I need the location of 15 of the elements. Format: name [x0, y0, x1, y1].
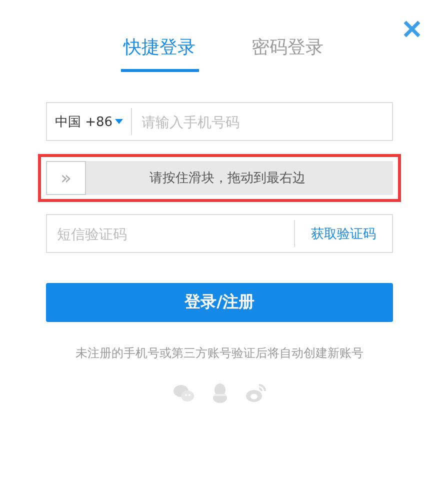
caret-icon	[114, 119, 123, 124]
sms-code-field[interactable]: 短信验证码 获取验证码	[46, 214, 393, 253]
weibo-icon[interactable]	[244, 382, 266, 404]
phone-field[interactable]: 中国 +86 请输入手机号码	[46, 102, 393, 141]
chat-bubbles-icon[interactable]	[172, 382, 194, 404]
signup-note: 未注册的手机号或第三方账号验证后将自动创建新账号	[74, 345, 364, 362]
country-code-dropdown[interactable]: 中国 +86	[47, 108, 132, 135]
slider-hint: 请按住滑块，拖动到最右边	[150, 170, 306, 187]
get-code-button[interactable]: 获取验证码	[294, 220, 392, 247]
login-tab[interactable]: 快捷登录	[120, 34, 198, 72]
slider-track[interactable]: » 请按住滑块，拖动到最右边	[46, 161, 393, 195]
slider-handle[interactable]: »	[46, 161, 86, 195]
login-button[interactable]: 登录/注册	[46, 283, 393, 322]
login-tab[interactable]: 密码登录	[248, 34, 326, 72]
close-icon[interactable]	[403, 20, 421, 38]
